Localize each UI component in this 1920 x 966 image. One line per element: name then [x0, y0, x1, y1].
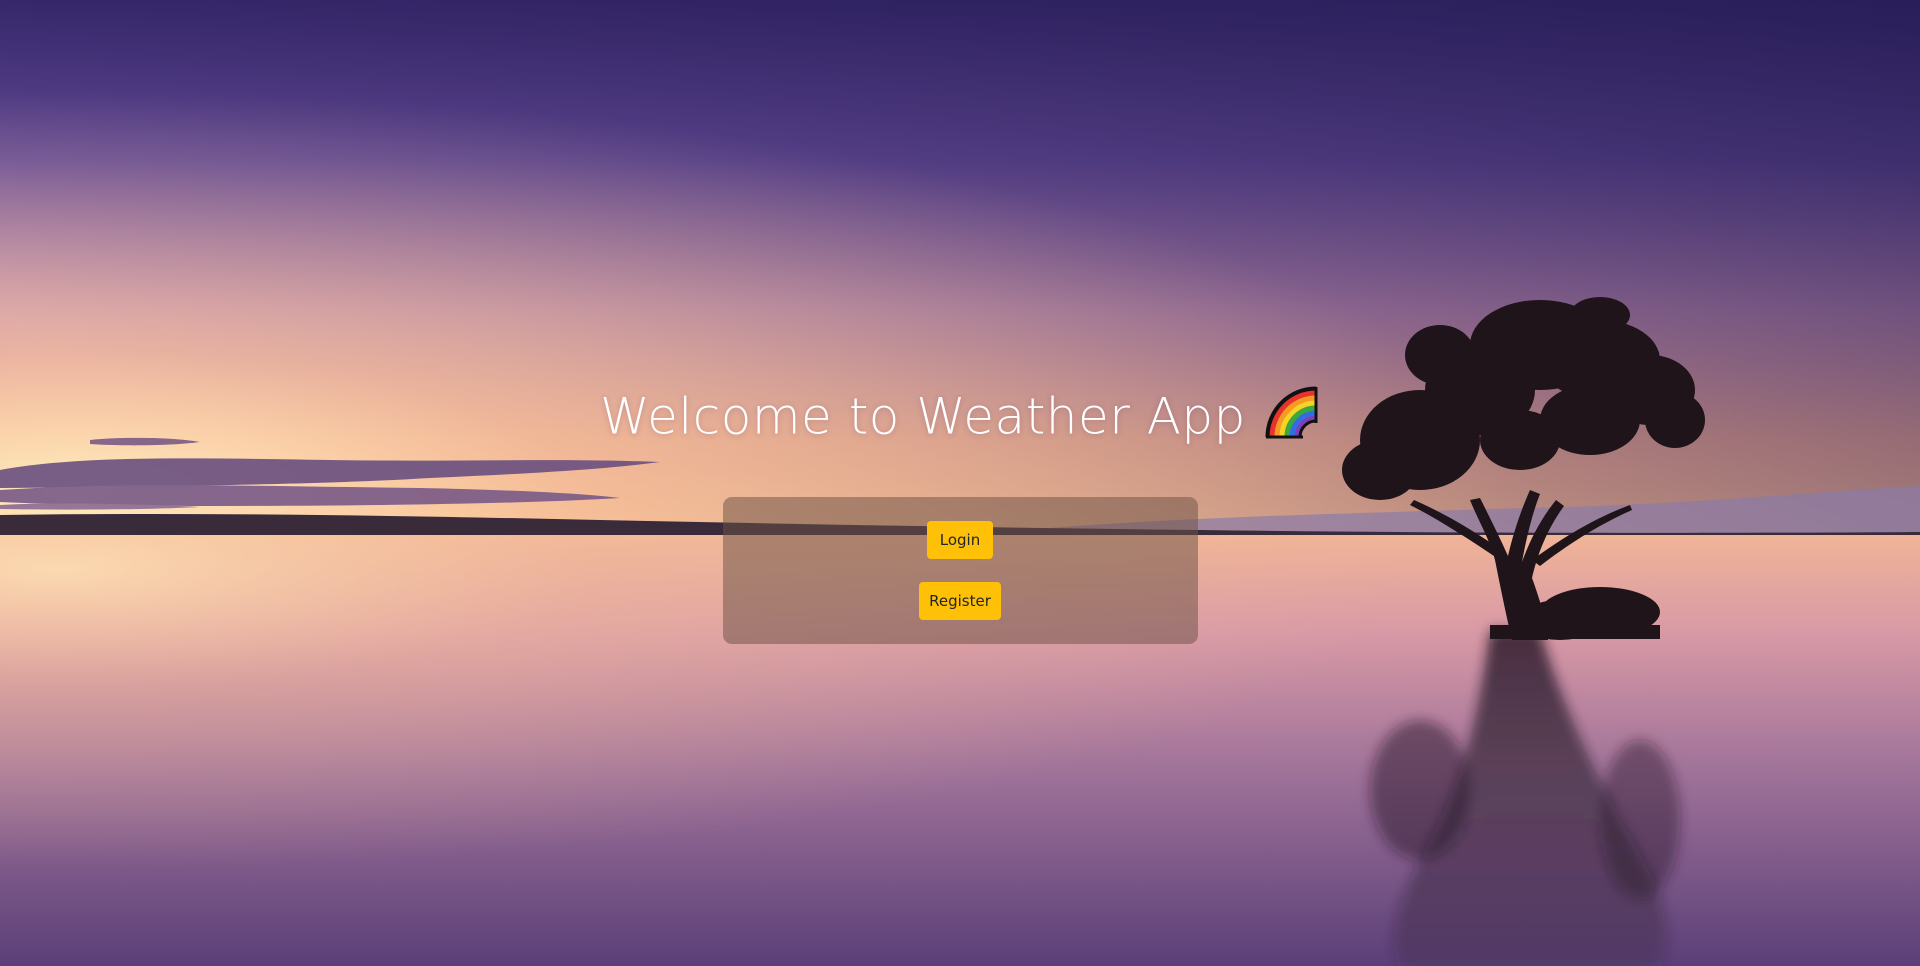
auth-panel: Login Register — [723, 497, 1198, 644]
page-title: Welcome to Weather App — [0, 378, 1920, 452]
register-button[interactable]: Register — [919, 582, 1001, 620]
background-sunset-lake-image — [0, 0, 1920, 966]
page-title-text: Welcome to Weather App — [600, 387, 1246, 446]
rainbow-icon — [1264, 385, 1320, 441]
landing-page: Welcome to Weather App Login Register — [0, 0, 1920, 966]
login-button[interactable]: Login — [927, 521, 993, 559]
